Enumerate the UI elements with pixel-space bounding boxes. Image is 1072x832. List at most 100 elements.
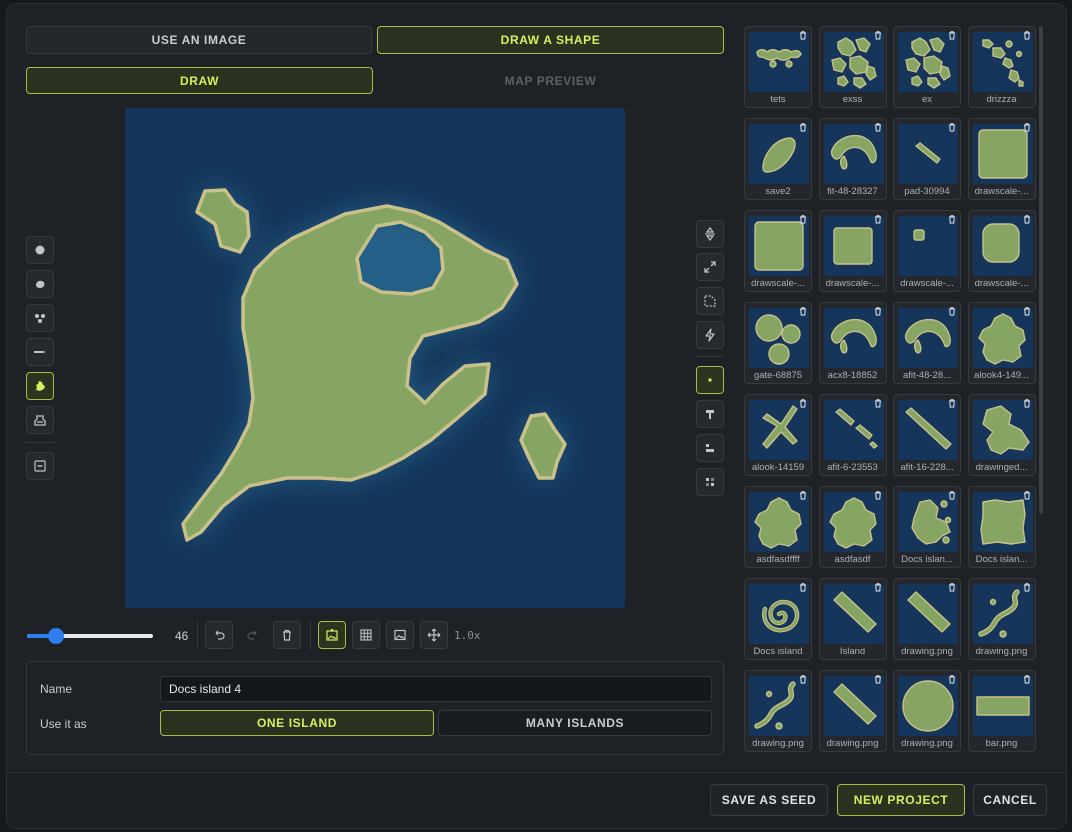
delete-shape-button[interactable] <box>1021 29 1033 41</box>
anchor-left-button[interactable] <box>696 434 724 462</box>
brush-size-slider[interactable] <box>27 627 153 645</box>
shape-card[interactable]: fit-48-28327 <box>818 118 887 200</box>
delete-shape-button[interactable] <box>872 673 884 685</box>
shape-card[interactable]: drawscale-... <box>744 210 812 292</box>
shape-card[interactable]: alook-14159 <box>744 394 812 476</box>
one-island-option[interactable]: ONE ISLAND <box>160 710 434 736</box>
tab-draw-a-shape[interactable]: DRAW A SHAPE <box>377 26 724 54</box>
delete-shape-button[interactable] <box>946 213 958 225</box>
shape-card[interactable]: bar.png <box>967 670 1036 752</box>
shape-card[interactable]: exss <box>818 26 887 108</box>
drawing-canvas[interactable] <box>125 108 625 608</box>
shape-card[interactable]: Island <box>818 578 887 660</box>
delete-shape-button[interactable] <box>797 581 809 593</box>
shape-card[interactable]: drawscale-... <box>967 210 1036 292</box>
tab-map-preview[interactable]: MAP PREVIEW <box>377 67 724 94</box>
delete-shape-button[interactable] <box>797 397 809 409</box>
delete-shape-button[interactable] <box>1021 581 1033 593</box>
shape-card[interactable]: afit-48-28... <box>893 302 961 384</box>
delete-shape-button[interactable] <box>1021 213 1033 225</box>
delete-shape-button[interactable] <box>1021 305 1033 317</box>
delete-shape-button[interactable] <box>872 213 884 225</box>
shape-card[interactable]: gate-68875 <box>744 302 812 384</box>
blob-brush-tool[interactable] <box>26 270 54 298</box>
shape-card[interactable]: Docs islan... <box>967 486 1036 568</box>
delete-shape-button[interactable] <box>946 397 958 409</box>
tab-use-an-image[interactable]: USE AN IMAGE <box>26 26 372 54</box>
anchor-top-button[interactable] <box>696 400 724 428</box>
undo-button[interactable] <box>205 621 233 649</box>
round-brush-tool[interactable] <box>26 236 54 264</box>
shape-card[interactable]: drawing.png <box>967 578 1036 660</box>
new-project-button[interactable]: NEW PROJECT <box>837 784 965 816</box>
delete-shape-button[interactable] <box>1021 397 1033 409</box>
delete-shape-button[interactable] <box>872 489 884 501</box>
delete-shape-button[interactable] <box>946 489 958 501</box>
cancel-button[interactable]: CANCEL <box>973 784 1047 816</box>
slider-thumb[interactable] <box>47 628 64 644</box>
shape-card[interactable]: drawing.png <box>744 670 812 752</box>
delete-shape-button[interactable] <box>1021 489 1033 501</box>
stamp-tool[interactable] <box>26 406 54 434</box>
shape-card[interactable]: drawing.png <box>818 670 887 752</box>
shape-card[interactable]: drawscale-... <box>818 210 887 292</box>
clear-canvas-button[interactable] <box>273 621 301 649</box>
delete-shape-button[interactable] <box>797 121 809 133</box>
shape-card[interactable]: Docs islan... <box>893 486 961 568</box>
shape-card[interactable]: afit-16-228... <box>893 394 961 476</box>
delete-shape-button[interactable] <box>797 29 809 41</box>
delete-shape-button[interactable] <box>797 305 809 317</box>
line-brush-tool[interactable] <box>26 338 54 366</box>
shape-card[interactable]: Docs island <box>744 578 812 660</box>
shape-card[interactable]: afit-6-23553 <box>818 394 887 476</box>
redo-button[interactable] <box>239 621 267 649</box>
anchor-grid-button[interactable] <box>696 468 724 496</box>
shape-card[interactable]: drizzza <box>967 26 1036 108</box>
flip-vertical-button[interactable] <box>696 220 724 248</box>
shape-card[interactable]: alook4-149... <box>967 302 1036 384</box>
gallery-scrollbar[interactable] <box>1039 26 1043 514</box>
delete-shape-button[interactable] <box>872 121 884 133</box>
delete-shape-button[interactable] <box>946 305 958 317</box>
shape-card[interactable]: acx8-18852 <box>818 302 887 384</box>
crop-button[interactable] <box>696 287 724 315</box>
pan-tool[interactable] <box>420 621 448 649</box>
delete-shape-button[interactable] <box>872 305 884 317</box>
shape-card[interactable]: asdfasdf <box>818 486 887 568</box>
shape-card[interactable]: save2 <box>744 118 812 200</box>
shape-card[interactable]: tets <box>744 26 812 108</box>
anchor-center-button[interactable] <box>696 366 724 394</box>
shape-card[interactable]: drawing.png <box>893 670 961 752</box>
shape-card[interactable]: drawing.png <box>893 578 961 660</box>
delete-shape-button[interactable] <box>946 121 958 133</box>
delete-shape-button[interactable] <box>946 581 958 593</box>
tab-draw[interactable]: DRAW <box>26 67 373 94</box>
shape-brush-tool[interactable] <box>26 372 54 400</box>
delete-shape-button[interactable] <box>872 397 884 409</box>
delete-shape-button[interactable] <box>872 29 884 41</box>
scatter-brush-tool[interactable] <box>26 304 54 332</box>
delete-shape-button[interactable] <box>1021 121 1033 133</box>
many-islands-option[interactable]: MANY ISLANDS <box>438 710 712 736</box>
delete-shape-button[interactable] <box>797 213 809 225</box>
save-as-seed-button[interactable]: SAVE AS SEED <box>710 784 828 816</box>
delete-shape-button[interactable] <box>797 489 809 501</box>
delete-shape-button[interactable] <box>1021 673 1033 685</box>
auto-generate-button[interactable] <box>696 321 724 349</box>
shape-card[interactable]: drawscale-... <box>893 210 961 292</box>
shape-card[interactable]: pad-30994 <box>893 118 961 200</box>
delete-shape-button[interactable] <box>946 29 958 41</box>
shape-card[interactable]: drawinged... <box>967 394 1036 476</box>
erase-mode-tool[interactable] <box>26 452 54 480</box>
delete-shape-button[interactable] <box>797 673 809 685</box>
delete-shape-button[interactable] <box>946 673 958 685</box>
fit-to-canvas-button[interactable] <box>696 253 724 281</box>
map-overlay-toggle[interactable] <box>318 621 346 649</box>
shape-card[interactable]: ex <box>893 26 961 108</box>
shape-card[interactable]: drawscale-... <box>967 118 1036 200</box>
shape-card[interactable]: asdfasdffff <box>744 486 812 568</box>
name-input[interactable]: Docs island 4 <box>160 676 712 702</box>
delete-shape-button[interactable] <box>872 581 884 593</box>
background-image-toggle[interactable] <box>386 621 414 649</box>
grid-toggle[interactable] <box>352 621 380 649</box>
